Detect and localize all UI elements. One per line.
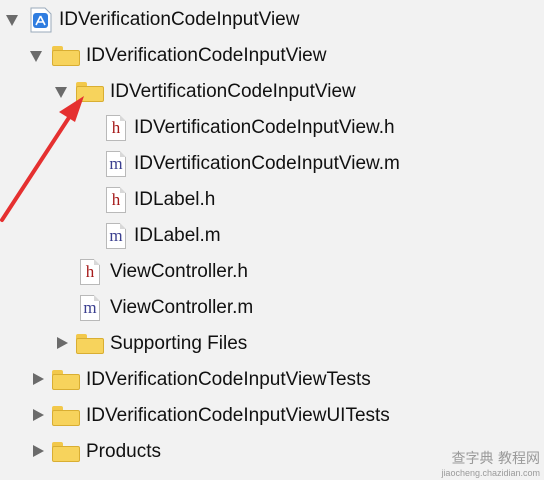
watermark-cn: 查字典 教程网 <box>451 451 540 467</box>
watermark: 查字典 教程网 jiaocheng.chazidian.com <box>441 448 540 478</box>
watermark-url: jiaocheng.chazidian.com <box>441 468 540 478</box>
red-annotation-arrow-icon <box>0 96 84 222</box>
